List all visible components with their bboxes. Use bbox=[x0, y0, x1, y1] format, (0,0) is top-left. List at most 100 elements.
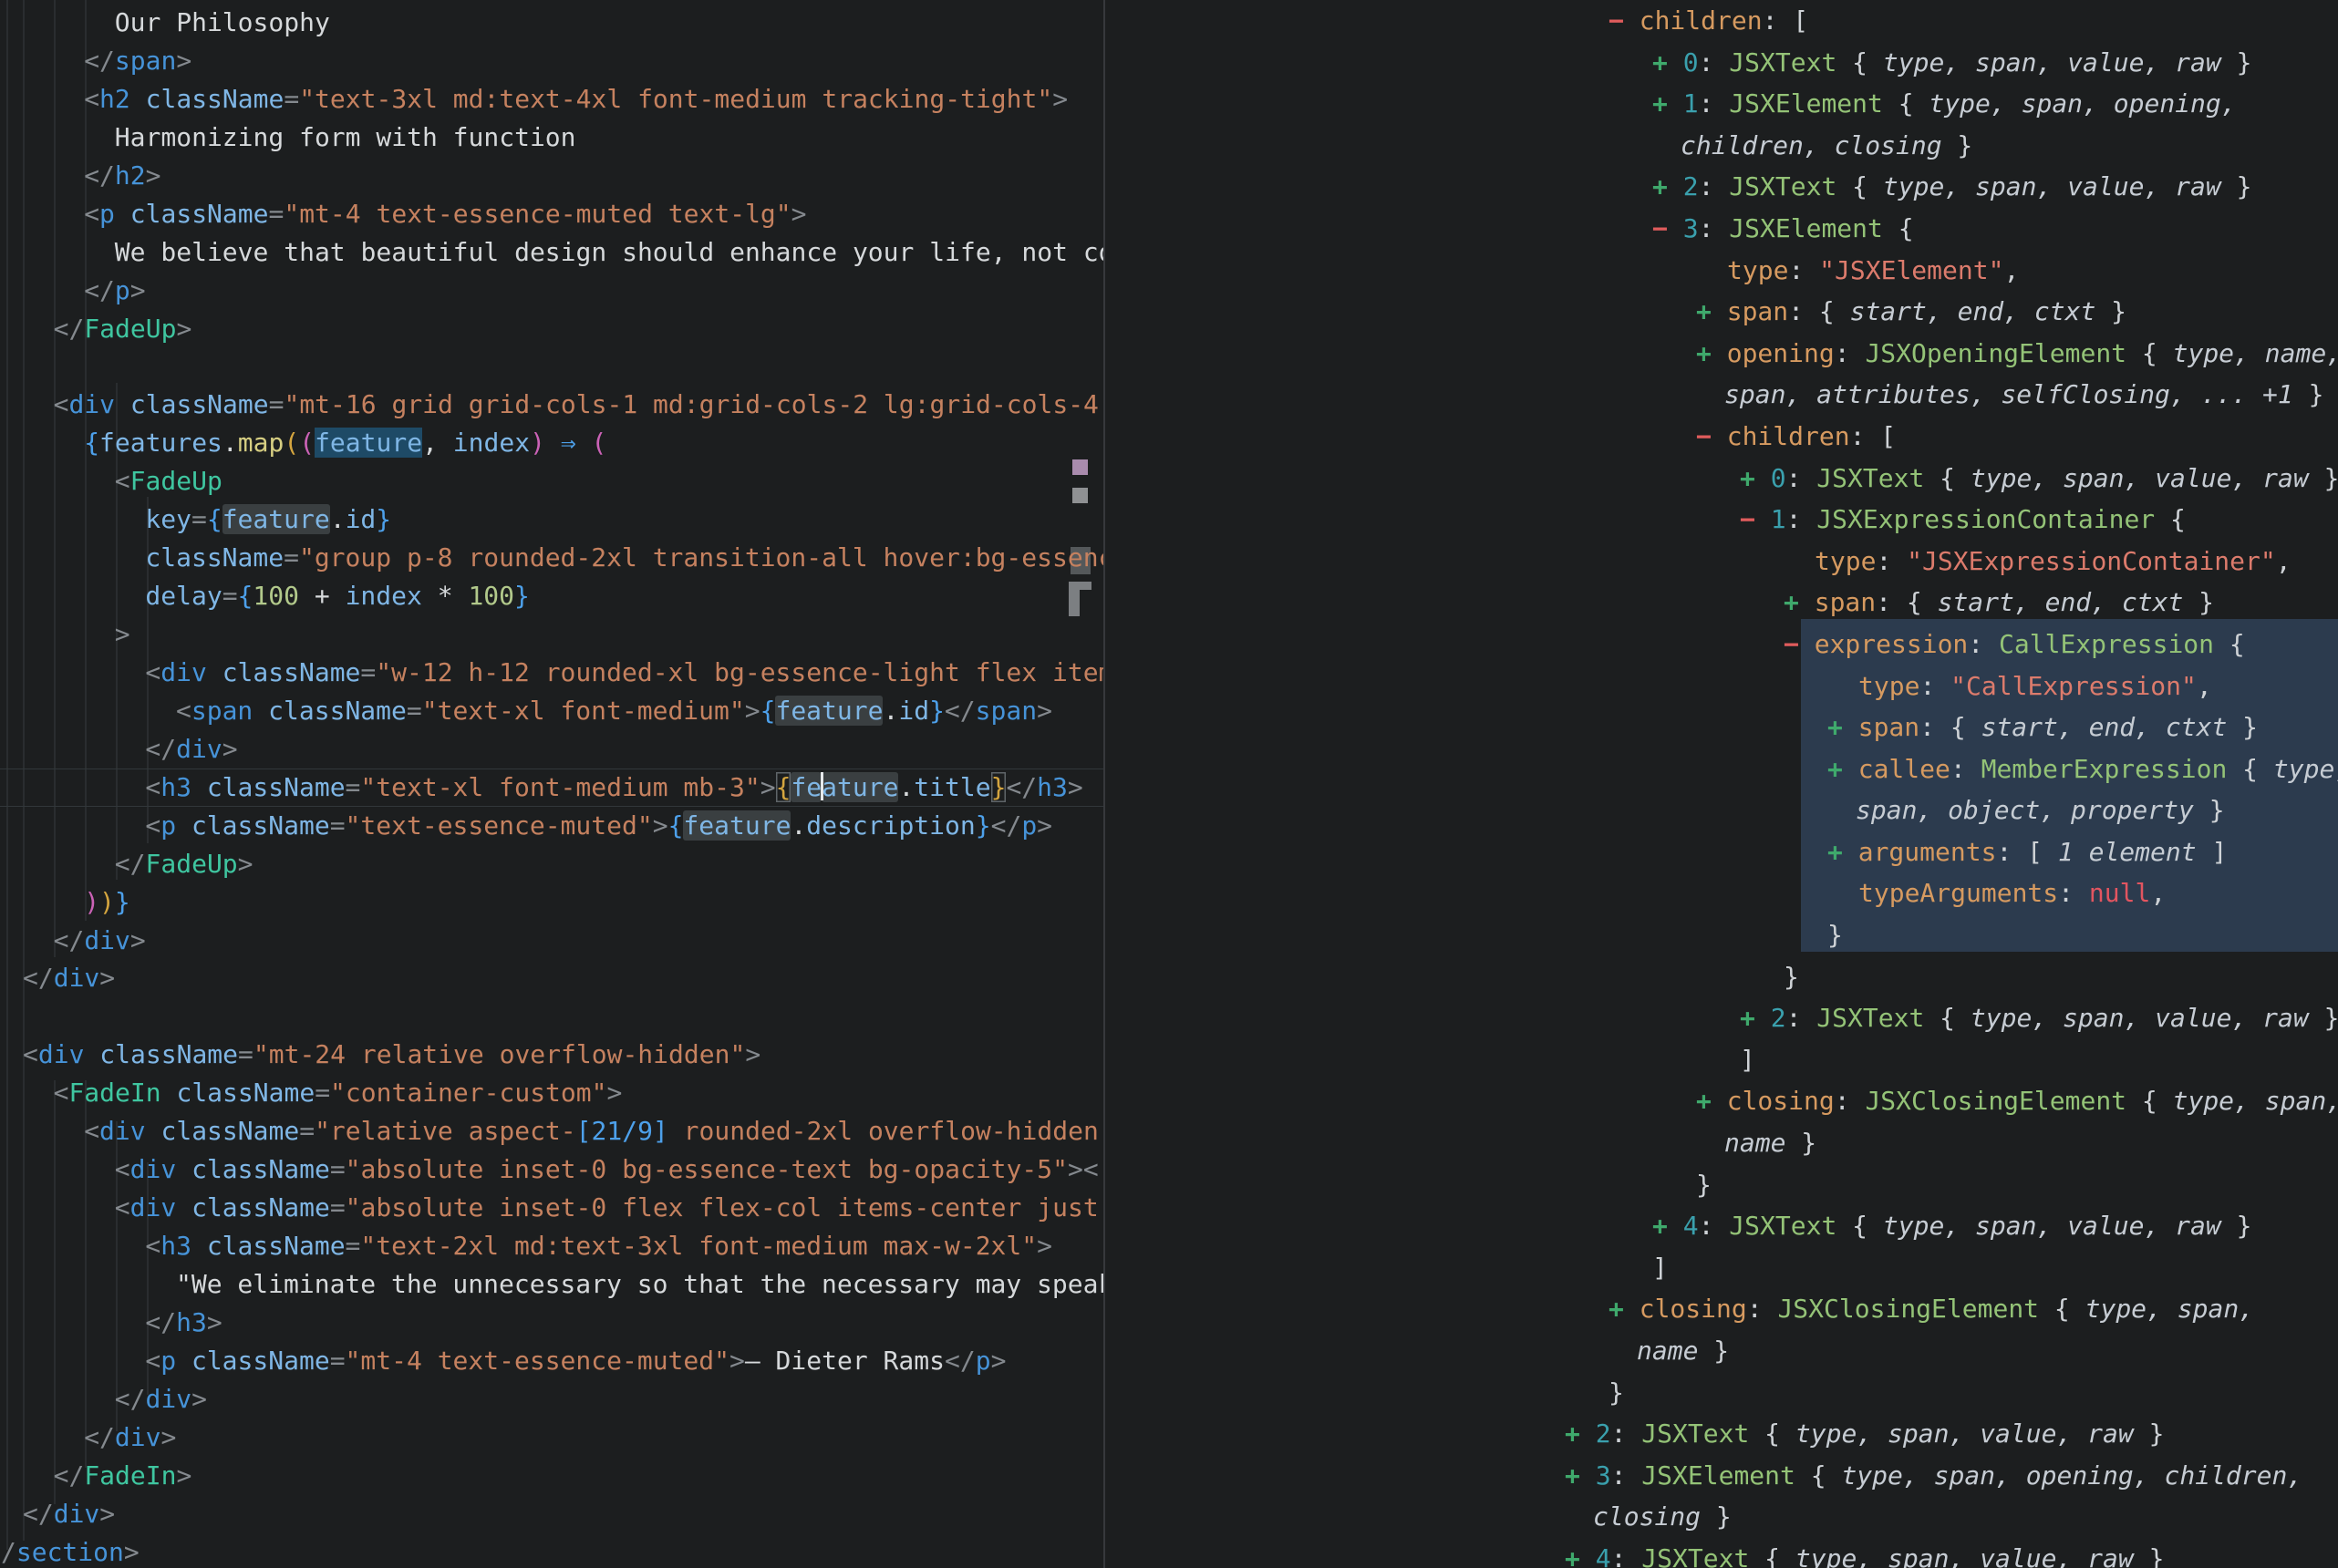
code-line[interactable]: /section> bbox=[0, 1533, 1103, 1568]
tree-toggle-collapse-icon[interactable]: − bbox=[1740, 504, 1771, 534]
tree-toggle-collapse-icon[interactable]: − bbox=[1609, 5, 1640, 36]
tree-toggle-collapse-icon[interactable]: − bbox=[1652, 213, 1683, 243]
tree-toggle-expand-icon[interactable]: + bbox=[1827, 754, 1858, 784]
code-line[interactable]: key={feature.id} bbox=[0, 500, 1103, 539]
ast-node-line[interactable]: span, attributes, selfClosing, ... +1 } bbox=[1105, 374, 2338, 416]
ast-node-line[interactable]: type: "JSXElement", bbox=[1105, 250, 2338, 292]
ast-node-line[interactable]: + 0: JSXText { type, span, value, raw } bbox=[1105, 42, 2338, 84]
ast-node-line[interactable]: name } bbox=[1105, 1122, 2338, 1164]
ast-node-line[interactable]: } bbox=[1105, 1164, 2338, 1206]
code-line-current[interactable]: <h3 className="text-xl font-medium mb-3"… bbox=[0, 769, 1103, 807]
ast-node-line[interactable]: ] bbox=[1105, 1039, 2338, 1081]
ast-node-line[interactable]: + span: { start, end, ctxt } bbox=[1105, 291, 2338, 333]
code-line[interactable]: </div> bbox=[0, 959, 1103, 997]
tree-toggle-expand-icon[interactable]: + bbox=[1609, 1294, 1640, 1324]
ast-node-line[interactable]: − 1: JSXExpressionContainer { bbox=[1105, 499, 2338, 541]
code-line[interactable]: </FadeUp> bbox=[0, 310, 1103, 348]
tree-toggle-expand-icon[interactable]: + bbox=[1565, 1460, 1596, 1491]
code-line[interactable]: {features.map((feature, index) ⇒ ( bbox=[0, 424, 1103, 462]
ast-node-line[interactable]: − children: [ bbox=[1105, 0, 2338, 42]
ast-node-line[interactable]: + 1: JSXElement { type, span, opening, bbox=[1105, 83, 2338, 125]
code-line[interactable]: </div> bbox=[0, 1495, 1103, 1533]
ast-node-line[interactable]: span, object, property } bbox=[1105, 789, 2338, 831]
ast-node-line[interactable]: − children: [ bbox=[1105, 416, 2338, 458]
code-line[interactable]: </FadeIn> bbox=[0, 1457, 1103, 1495]
code-line[interactable]: <div className="mt-24 relative overflow-… bbox=[0, 1036, 1103, 1074]
code-line[interactable]: Our Philosophy bbox=[0, 4, 1103, 42]
ast-node-line[interactable]: + 3: JSXElement { type, span, opening, c… bbox=[1105, 1455, 2338, 1497]
code-line[interactable]: className="group p-8 rounded-2xl transit… bbox=[0, 539, 1103, 577]
ast-node-line[interactable]: + arguments: [ 1 element ] bbox=[1105, 831, 2338, 873]
code-line[interactable]: <div className="mt-16 grid grid-cols-1 m… bbox=[0, 386, 1103, 424]
ast-node-line[interactable]: } bbox=[1105, 1372, 2338, 1414]
tree-toggle-expand-icon[interactable]: + bbox=[1740, 463, 1771, 493]
tree-toggle-expand-icon[interactable]: + bbox=[1740, 1003, 1771, 1033]
scrollbar-slider[interactable] bbox=[1069, 582, 1091, 590]
ast-node-line[interactable]: closing } bbox=[1105, 1496, 2338, 1538]
code-line[interactable]: ))} bbox=[0, 883, 1103, 922]
tree-toggle-expand-icon[interactable]: + bbox=[1827, 837, 1858, 867]
tree-toggle-expand-icon[interactable]: + bbox=[1565, 1543, 1596, 1568]
tree-toggle-expand-icon[interactable]: + bbox=[1652, 171, 1683, 201]
tree-toggle-expand-icon[interactable]: + bbox=[1696, 1086, 1727, 1116]
code-line[interactable]: <div className="absolute inset-0 flex fl… bbox=[0, 1189, 1103, 1227]
ast-node-line[interactable]: + 2: JSXText { type, span, value, raw } bbox=[1105, 1413, 2338, 1455]
code-line[interactable]: <p className="mt-4 text-essence-muted te… bbox=[0, 195, 1103, 233]
ast-node-line[interactable]: − 3: JSXElement { bbox=[1105, 208, 2338, 250]
code-line[interactable]: <FadeUp bbox=[0, 462, 1103, 500]
code-line[interactable] bbox=[0, 347, 1103, 386]
tree-toggle-collapse-icon[interactable]: − bbox=[1696, 421, 1727, 451]
ast-node-line[interactable]: + opening: JSXOpeningElement { type, nam… bbox=[1105, 333, 2338, 375]
code-line[interactable]: <h2 className="text-3xl md:text-4xl font… bbox=[0, 80, 1103, 119]
tree-toggle-expand-icon[interactable]: + bbox=[1652, 1211, 1683, 1241]
ast-node-line[interactable]: } bbox=[1105, 956, 2338, 998]
code-line[interactable]: </span> bbox=[0, 42, 1103, 80]
code-line[interactable]: </h3> bbox=[0, 1304, 1103, 1342]
ast-node-line[interactable]: + 2: JSXText { type, span, value, raw } bbox=[1105, 166, 2338, 208]
code-line[interactable]: > bbox=[0, 615, 1103, 654]
ast-node-line[interactable]: type: "CallExpression", bbox=[1105, 665, 2338, 707]
code-line[interactable]: We believe that beautiful design should … bbox=[0, 233, 1103, 272]
ast-node-line[interactable]: + span: { start, end, ctxt } bbox=[1105, 707, 2338, 748]
code-line[interactable]: </div> bbox=[0, 922, 1103, 960]
code-line[interactable]: <p className="mt-4 text-essence-muted">—… bbox=[0, 1342, 1103, 1380]
ast-node-line[interactable]: type: "JSXExpressionContainer", bbox=[1105, 541, 2338, 583]
code-line[interactable]: <div className="relative aspect-[21/9] r… bbox=[0, 1112, 1103, 1150]
code-line[interactable]: Harmonizing form with function bbox=[0, 119, 1103, 157]
tree-toggle-expand-icon[interactable]: + bbox=[1652, 47, 1683, 77]
ast-node-line[interactable]: + 0: JSXText { type, span, value, raw } bbox=[1105, 458, 2338, 500]
tree-toggle-expand-icon[interactable]: + bbox=[1827, 712, 1858, 742]
code-line[interactable]: <FadeIn className="container-custom"> bbox=[0, 1074, 1103, 1112]
code-line[interactable]: <h3 className="text-2xl md:text-3xl font… bbox=[0, 1227, 1103, 1265]
tree-toggle-expand-icon[interactable]: + bbox=[1784, 587, 1815, 617]
tree-toggle-expand-icon[interactable]: + bbox=[1565, 1418, 1596, 1449]
code-line[interactable]: </p> bbox=[0, 272, 1103, 310]
ast-node-line[interactable]: + closing: JSXClosingElement { type, spa… bbox=[1105, 1288, 2338, 1330]
ast-node-line[interactable]: + 4: JSXText { type, span, value, raw } bbox=[1105, 1205, 2338, 1247]
ast-node-line[interactable]: typeArguments: null, bbox=[1105, 872, 2338, 914]
ast-node-line[interactable]: + span: { start, end, ctxt } bbox=[1105, 582, 2338, 624]
ast-node-line[interactable]: children, closing } bbox=[1105, 125, 2338, 167]
code-line[interactable] bbox=[0, 997, 1103, 1036]
ast-node-line[interactable]: + 4: JSXText { type, span, value, raw } bbox=[1105, 1538, 2338, 1568]
code-line[interactable]: delay={100 + index * 100} bbox=[0, 577, 1103, 615]
ast-node-line[interactable]: + callee: MemberExpression { type, bbox=[1105, 748, 2338, 790]
ast-tree-panel[interactable]: − children: [+ 0: JSXText { type, span, … bbox=[1105, 0, 2338, 1568]
tree-toggle-collapse-icon[interactable]: − bbox=[1784, 629, 1815, 659]
ast-node-line[interactable]: + closing: JSXClosingElement { type, spa… bbox=[1105, 1080, 2338, 1122]
code-line[interactable]: </div> bbox=[0, 1380, 1103, 1418]
code-line[interactable]: <div className="absolute inset-0 bg-esse… bbox=[0, 1150, 1103, 1189]
ast-node-line[interactable]: − expression: CallExpression { bbox=[1105, 624, 2338, 665]
code-line[interactable]: <div className="w-12 h-12 rounded-xl bg-… bbox=[0, 654, 1103, 692]
code-line[interactable]: "We eliminate the unnecessary so that th… bbox=[0, 1265, 1103, 1304]
ast-node-line[interactable]: + 2: JSXText { type, span, value, raw } bbox=[1105, 997, 2338, 1039]
tree-toggle-expand-icon[interactable]: + bbox=[1652, 88, 1683, 119]
code-line[interactable]: <span className="text-xl font-medium">{f… bbox=[0, 692, 1103, 730]
tree-toggle-expand-icon[interactable]: + bbox=[1696, 338, 1727, 368]
code-line[interactable]: </div> bbox=[0, 730, 1103, 769]
code-line[interactable]: <p className="text-essence-muted">{featu… bbox=[0, 807, 1103, 845]
code-line[interactable]: </div> bbox=[0, 1418, 1103, 1457]
jsx-source-editor[interactable]: Our Philosophy</span><h2 className="text… bbox=[0, 0, 1103, 1568]
ast-node-line[interactable]: name } bbox=[1105, 1330, 2338, 1372]
ast-node-line[interactable]: ] bbox=[1105, 1247, 2338, 1289]
